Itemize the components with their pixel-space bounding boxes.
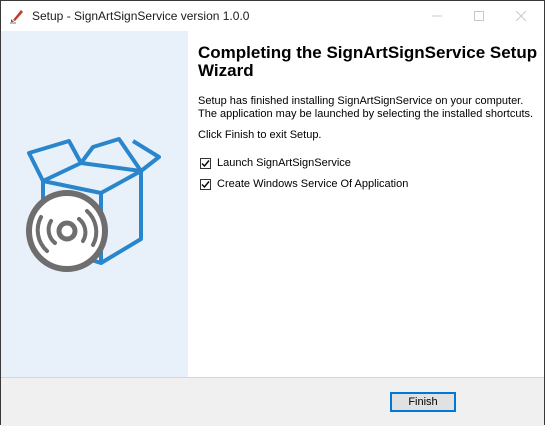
setup-pen-icon [9, 8, 25, 24]
maximize-button[interactable] [459, 1, 499, 31]
minimize-button[interactable] [417, 1, 457, 31]
maximize-icon [474, 11, 484, 21]
button-bar: Finish [1, 377, 544, 426]
page-title: Completing the SignArtSignService Setup … [198, 43, 538, 80]
close-icon [516, 11, 526, 21]
wizard-content: Completing the SignArtSignService Setup … [188, 31, 544, 377]
install-box-with-disc-icon [26, 137, 161, 272]
setup-window: Setup - SignArtSignService version 1.0.0 [0, 0, 545, 426]
create-service-label: Create Windows Service Of Application [217, 178, 409, 190]
launch-app-checkbox[interactable] [200, 157, 211, 169]
wizard-sidebar [1, 31, 188, 377]
close-button[interactable] [501, 1, 541, 31]
launch-app-option[interactable]: Launch SignArtSignService [200, 157, 351, 169]
completion-description: Setup has finished installing SignArtSig… [198, 95, 534, 120]
create-service-checkbox[interactable] [200, 178, 211, 190]
launch-app-label: Launch SignArtSignService [217, 157, 351, 169]
finish-hint: Click Finish to exit Setup. [198, 129, 322, 141]
title-bar[interactable]: Setup - SignArtSignService version 1.0.0 [1, 1, 544, 31]
finish-button[interactable]: Finish [390, 392, 456, 412]
checkmark-icon [201, 180, 210, 188]
minimize-icon [432, 15, 442, 17]
checkmark-icon [201, 159, 210, 167]
window-title: Setup - SignArtSignService version 1.0.0 [32, 9, 250, 23]
create-service-option[interactable]: Create Windows Service Of Application [200, 178, 408, 190]
